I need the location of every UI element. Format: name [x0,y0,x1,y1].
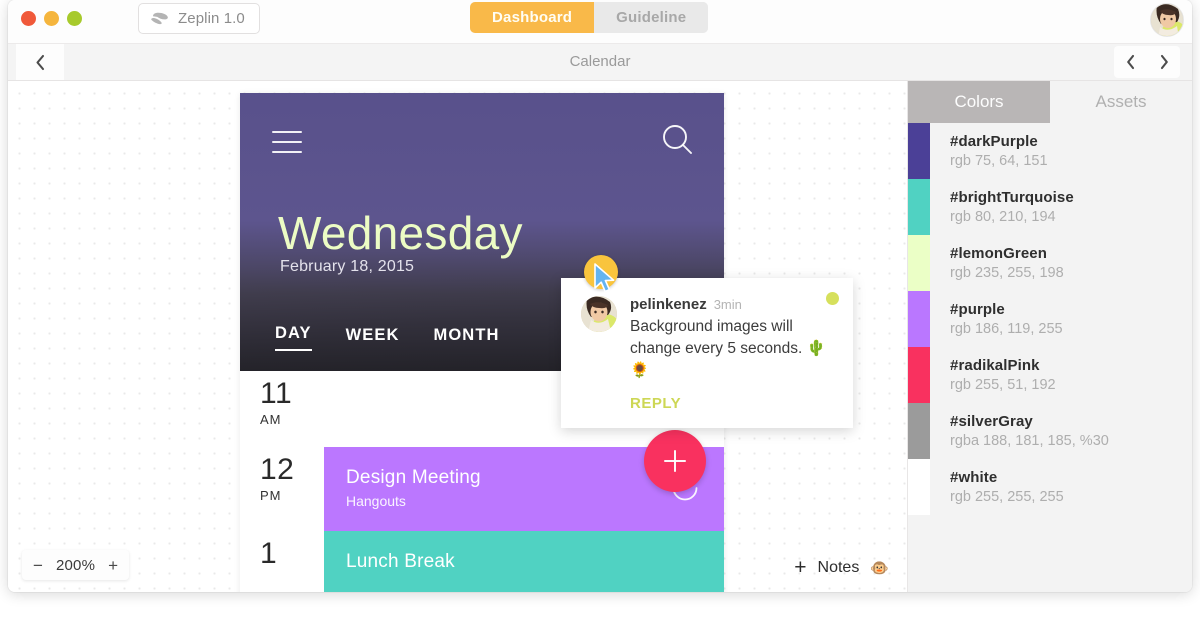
color-value: rgb 75, 64, 151 [950,153,1048,169]
maximize-window-button[interactable] [67,11,82,26]
color-name: #darkPurple [950,133,1038,150]
chevron-left-icon [1126,54,1134,70]
zoom-out-button[interactable]: − [33,557,43,574]
avatar-image [581,296,617,332]
comment-author-avatar [581,296,617,332]
reply-button[interactable]: REPLY [630,395,833,412]
add-event-fab[interactable] [644,430,706,492]
color-swatch [908,459,930,515]
time-cell: 11 AM [240,371,324,447]
comment-author-label: pelinkenez [630,296,707,313]
event-title: Lunch Break [346,551,455,572]
zoom-control: − 200% + [22,550,130,580]
hero-day-label: Wednesday [278,207,523,259]
color-swatch [908,347,930,403]
previous-screen-button[interactable] [1114,46,1147,78]
color-swatch [908,291,930,347]
color-swatch [908,403,930,459]
time-cell: 1 [240,531,324,592]
monkey-emoji-icon: 🐵 [870,559,889,577]
list-item[interactable]: #purple rgb 186, 119, 255 [908,291,1192,347]
screen-navigation [1114,46,1180,78]
plus-icon [664,450,686,472]
event-subtitle: Hangouts [346,493,406,509]
list-item[interactable]: #silverGray rgba 188, 181, 185, %30 [908,403,1192,459]
time-cell: 12 PM [240,447,324,531]
color-swatch [908,235,930,291]
page-title: Calendar [569,53,631,70]
color-name: #white [950,469,998,486]
tab-assets[interactable]: Assets [1050,81,1192,123]
project-selector-chip[interactable]: Zeplin 1.0 [138,3,260,34]
time-hour: 11 [260,377,293,410]
avatar[interactable] [1150,3,1184,37]
color-list: #darkPurple rgb 75, 64, 151 #brightTurqu… [908,123,1192,515]
plus-icon: + [794,556,807,579]
tab-colors[interactable]: Colors [908,81,1050,123]
inspector-panel: Colors Assets #darkPurple rgb 75, 64, 15… [907,81,1192,592]
list-item[interactable]: #lemonGreen rgb 235, 255, 198 [908,235,1192,291]
tab-month[interactable]: MONTH [434,326,500,351]
color-swatch [908,123,930,179]
list-item[interactable]: #darkPurple rgb 75, 64, 151 [908,123,1192,179]
comment-author-name: pelinkenez 3min [630,296,833,313]
color-name: #silverGray [950,413,1033,430]
zoom-level-value: 200% [55,556,96,574]
color-value: rgba 188, 181, 185, %30 [950,433,1109,449]
list-item[interactable]: #brightTurquoise rgb 80, 210, 194 [908,179,1192,235]
next-screen-button[interactable] [1147,46,1180,78]
hero-date-label: February 18, 2015 [280,258,415,275]
time-hour: 12 [260,453,295,486]
color-value: rgb 80, 210, 194 [950,209,1056,225]
tab-guideline[interactable]: Guideline [594,2,709,33]
window-traffic-lights [21,11,82,26]
comment-header: pelinkenez 3min Background images will ch… [581,296,833,382]
color-name: #brightTurquoise [950,189,1074,206]
toolbar: Calendar [8,44,1192,81]
list-item[interactable]: #radikalPink rgb 255, 51, 192 [908,347,1192,403]
tab-dashboard[interactable]: Dashboard [470,2,595,33]
color-value: rgb 186, 119, 255 [950,321,1063,337]
avatar-image [1151,4,1183,36]
color-value: rgb 255, 255, 255 [950,489,1064,505]
color-name: #lemonGreen [950,245,1047,262]
calendar-range-tabs: DAY WEEK MONTH [275,324,500,351]
search-icon[interactable] [661,123,694,161]
tab-day[interactable]: DAY [275,324,312,351]
panel-tabs: Colors Assets [908,81,1192,123]
comment-card[interactable]: pelinkenez 3min Background images will ch… [561,278,853,428]
hamburger-menu-icon[interactable] [272,131,302,161]
color-name: #purple [950,301,1005,318]
color-value: rgb 255, 51, 192 [950,377,1056,393]
tab-week[interactable]: WEEK [346,326,400,351]
titlebar: Zeplin 1.0 Dashboard Guideline [8,0,1192,44]
zoom-in-button[interactable]: + [108,557,118,574]
event-lunch-break[interactable]: Lunch Break [324,531,724,592]
view-mode-segmented-control: Dashboard Guideline [470,2,709,33]
comment-timestamp: 3min [713,297,742,312]
zeplin-logo-icon [151,12,168,25]
minimize-window-button[interactable] [44,11,59,26]
color-name: #radikalPink [950,357,1040,374]
cursor-arrow-icon [593,263,619,300]
project-chip-label: Zeplin 1.0 [178,10,245,27]
status-badge [826,292,839,305]
color-value: rgb 235, 255, 198 [950,265,1064,281]
close-window-button[interactable] [21,11,36,26]
chevron-right-icon [1160,54,1168,70]
design-canvas[interactable]: Wednesday February 18, 2015 DAY WEEK MON… [8,81,907,592]
notes-label: Notes [817,558,860,576]
app-window: Zeplin 1.0 Dashboard Guideline Calendar … [8,0,1192,592]
search-glass-icon [663,125,692,154]
workspace: Wednesday February 18, 2015 DAY WEEK MON… [8,81,1192,592]
time-meridiem: PM [260,488,282,503]
add-notes-button[interactable]: + Notes 🐵 [794,557,889,578]
color-swatch [908,179,930,235]
time-hour: 1 [260,537,278,570]
schedule-row[interactable]: 1 Lunch Break [240,531,724,592]
list-item[interactable]: #white rgb 255, 255, 255 [908,459,1192,515]
time-meridiem: AM [260,412,282,427]
comment-text: Background images will change every 5 se… [630,318,826,379]
